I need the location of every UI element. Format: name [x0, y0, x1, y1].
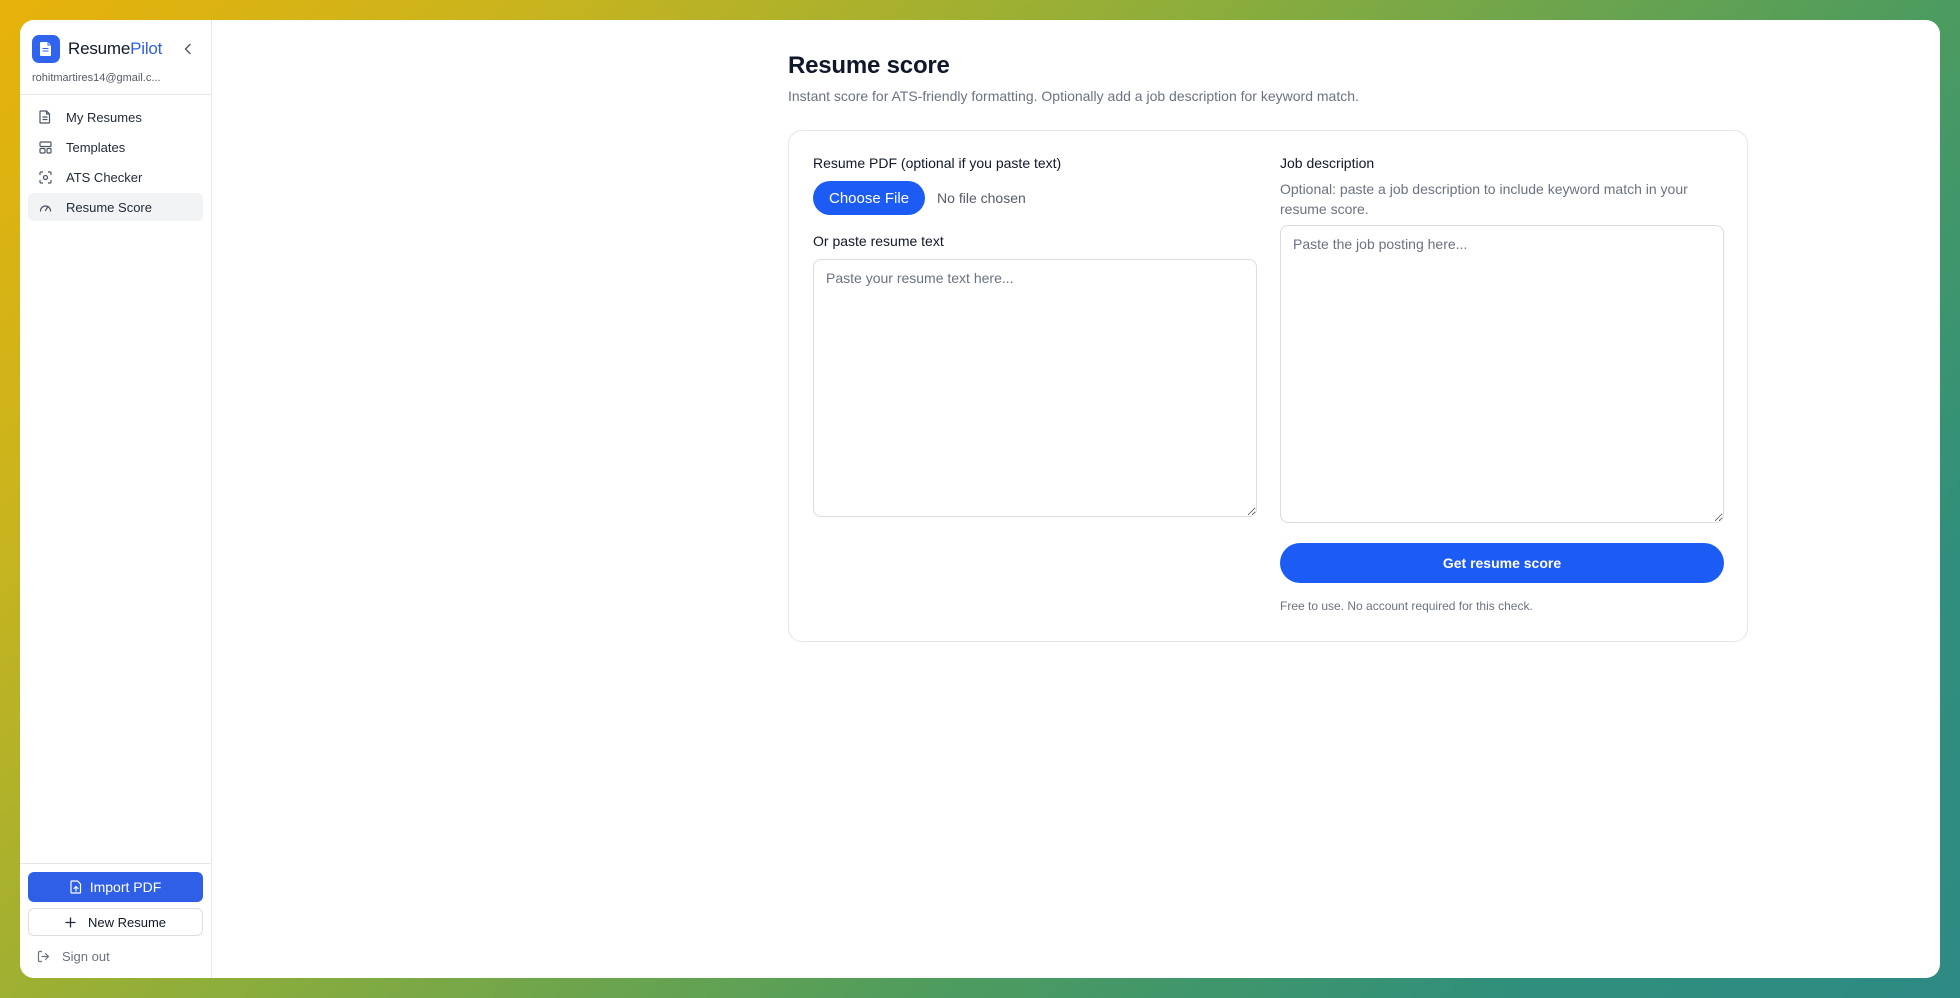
resume-input-column: Resume PDF (optional if you paste text) … [813, 155, 1257, 517]
brand-name-part1: Resume [68, 39, 131, 58]
file-status: No file chosen [937, 190, 1026, 206]
content: Resume score Instant score for ATS-frien… [788, 52, 1748, 642]
file-upload-icon [70, 880, 82, 894]
brand-name-part2: Pilot [130, 39, 163, 58]
sidebar-item-my-resumes[interactable]: My Resumes [28, 103, 203, 131]
job-description-input[interactable] [1280, 225, 1724, 523]
layout-template-icon [38, 140, 52, 154]
job-description-label: Job description [1280, 155, 1375, 171]
brand-row: ResumePilot [20, 20, 211, 66]
scan-face-icon [38, 170, 52, 184]
sidebar-item-label: Resume Score [66, 199, 152, 215]
new-resume-button[interactable]: New Resume [28, 908, 203, 936]
user-email: rohitmartires14@gmail.c... [32, 72, 161, 84]
resume-text-input[interactable] [813, 259, 1257, 517]
log-out-icon [37, 950, 50, 963]
paste-resume-label: Or paste resume text [813, 233, 944, 249]
sidebar: ResumePilot rohitmartires14@gmail.c... M… [20, 20, 212, 978]
resume-pdf-label: Resume PDF (optional if you paste text) [813, 155, 1062, 171]
get-resume-score-button[interactable]: Get resume score [1280, 543, 1724, 583]
sidebar-item-ats-checker[interactable]: ATS Checker [28, 163, 203, 191]
sidebar-item-label: Templates [66, 139, 126, 155]
choose-file-button[interactable]: Choose File [813, 181, 926, 215]
sign-out-label: Sign out [62, 948, 110, 964]
page-title: Resume score [788, 52, 950, 79]
resume-score-card: Resume PDF (optional if you paste text) … [788, 130, 1748, 642]
import-pdf-label: Import PDF [89, 879, 162, 895]
import-pdf-button[interactable]: Import PDF [28, 872, 203, 902]
sidebar-actions: Import PDF New Resume Sign out [20, 863, 211, 978]
sidebar-item-label: My Resumes [66, 109, 142, 125]
document-icon [32, 35, 60, 63]
collapse-sidebar-button[interactable] [177, 38, 199, 60]
job-description-hint: Optional: paste a job description to inc… [1280, 181, 1688, 217]
app-window: ResumePilot rohitmartires14@gmail.c... M… [20, 20, 1940, 978]
new-resume-label: New Resume [87, 914, 167, 930]
free-use-note: Free to use. No account required for thi… [1280, 599, 1533, 613]
main-content: Resume score Instant score for ATS-frien… [212, 20, 1940, 978]
sidebar-item-resume-score[interactable]: Resume Score [28, 193, 203, 221]
file-text-icon [38, 110, 52, 124]
brand-name: ResumePilot [68, 39, 162, 59]
page-subtitle: Instant score for ATS-friendly formattin… [788, 88, 1359, 104]
sign-out-button[interactable]: Sign out [28, 944, 203, 968]
job-description-column: Job description Optional: paste a job de… [1280, 155, 1724, 613]
gauge-icon [38, 200, 52, 214]
plus-icon [65, 916, 76, 928]
sidebar-item-label: ATS Checker [66, 169, 143, 185]
sidebar-nav: My Resumes Templates ATS Checker Resume … [20, 95, 211, 229]
sidebar-item-templates[interactable]: Templates [28, 133, 203, 161]
file-picker: Choose File No file chosen [813, 181, 1257, 215]
chevron-left-icon [184, 43, 191, 55]
